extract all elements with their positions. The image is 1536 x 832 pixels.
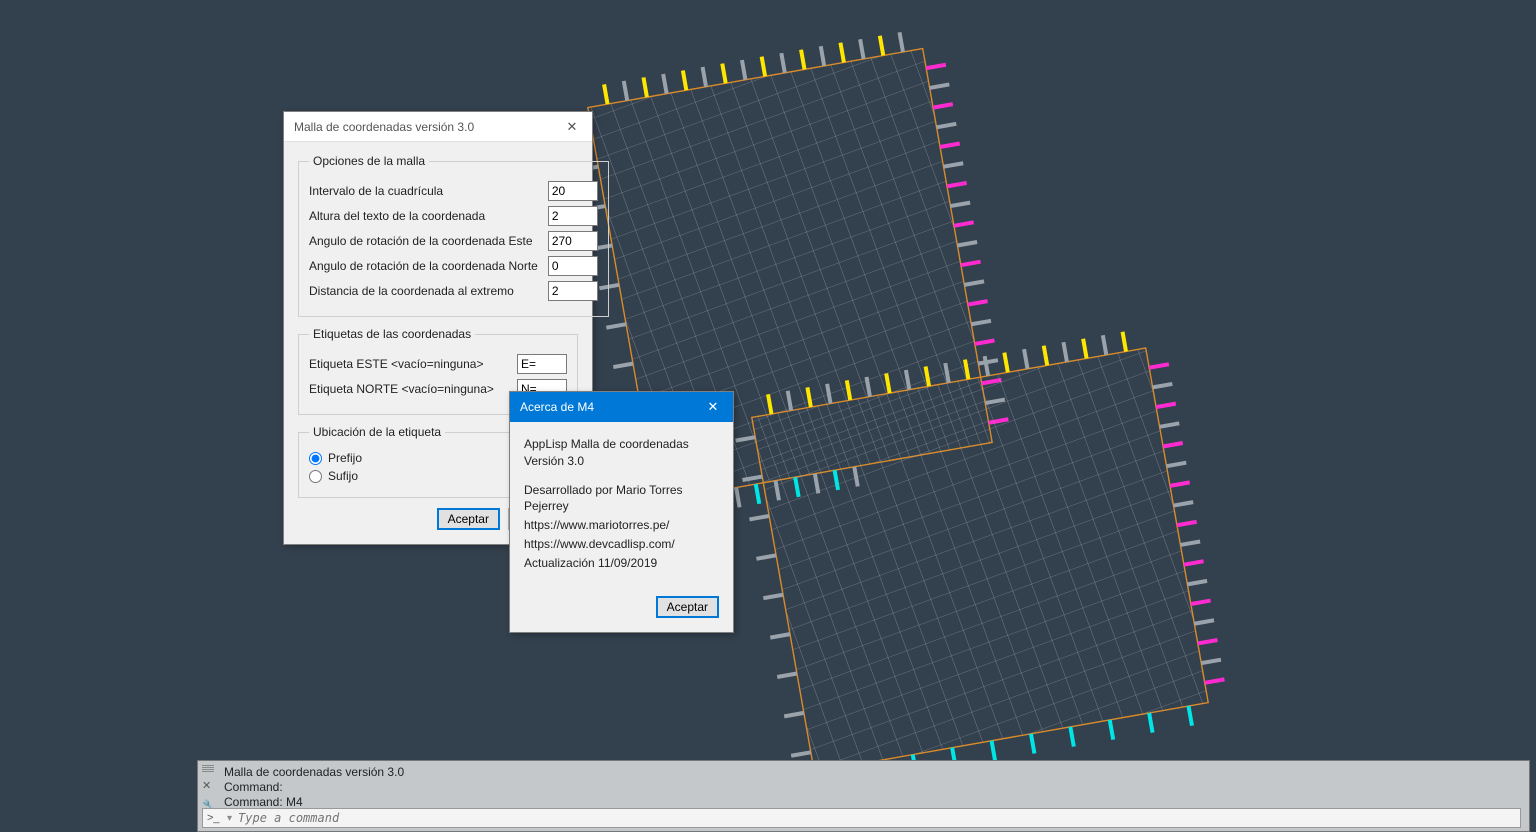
chevron-down-icon[interactable]: ▾: [227, 813, 232, 824]
command-input[interactable]: [238, 811, 1520, 825]
about-line1: AppLisp Malla de coordenadas Versión 3.0: [524, 436, 719, 470]
about-title: Acerca de M4: [520, 400, 594, 414]
distance-label: Distancia de la coordenada al extremo: [309, 284, 514, 298]
about-line2: Desarrollado por Mario Torres Pejerrey: [524, 482, 719, 516]
dialog-titlebar[interactable]: Malla de coordenadas versión 3.0 ✕: [284, 112, 592, 142]
grid-interval-label: Intervalo de la cuadrícula: [309, 184, 443, 198]
command-panel: ✕ 🔧 Malla de coordenadas versión 3.0 Com…: [197, 760, 1530, 832]
text-height-label: Altura del texto de la coordenada: [309, 209, 485, 223]
position-legend: Ubicación de la etiqueta: [309, 425, 445, 439]
rot-north-input[interactable]: [548, 256, 598, 276]
east-tag-input[interactable]: [517, 354, 567, 374]
close-icon[interactable]: ✕: [552, 112, 592, 142]
text-height-input[interactable]: [548, 206, 598, 226]
east-tag-label: Etiqueta ESTE <vacío=ninguna>: [309, 357, 483, 371]
accept-button[interactable]: Aceptar: [437, 508, 500, 530]
close-icon[interactable]: ✕: [202, 779, 211, 792]
about-titlebar[interactable]: Acerca de M4 ✕: [510, 392, 733, 422]
rot-east-input[interactable]: [548, 231, 598, 251]
grip-icon[interactable]: [202, 765, 214, 773]
about-line5: Actualización 11/09/2019: [524, 555, 719, 572]
command-input-row[interactable]: >_ ▾: [202, 808, 1521, 828]
about-accept-button[interactable]: Aceptar: [656, 596, 719, 618]
prefix-label: Prefijo: [328, 451, 362, 465]
about-line3: https://www.mariotorres.pe/: [524, 517, 719, 534]
grid-options-legend: Opciones de la malla: [309, 154, 429, 168]
about-line4: https://www.devcadlisp.com/: [524, 536, 719, 553]
suffix-label: Sufijo: [328, 469, 358, 483]
rot-north-label: Angulo de rotación de la coordenada Nort…: [309, 259, 538, 273]
labels-legend: Etiquetas de las coordenadas: [309, 327, 475, 341]
grid-options-group: Opciones de la malla Intervalo de la cua…: [298, 154, 609, 317]
about-dialog: Acerca de M4 ✕ AppLisp Malla de coordena…: [509, 391, 734, 633]
dialog-title: Malla de coordenadas versión 3.0: [294, 120, 474, 134]
rot-east-label: Angulo de rotación de la coordenada Este: [309, 234, 533, 248]
north-tag-label: Etiqueta NORTE <vacío=ninguna>: [309, 382, 494, 396]
suffix-radio[interactable]: [309, 470, 322, 483]
command-history: Malla de coordenadas versión 3.0 Command…: [224, 765, 1521, 810]
distance-input[interactable]: [548, 281, 598, 301]
cad-drawing: [0, 0, 1536, 760]
grid-interval-input[interactable]: [548, 181, 598, 201]
close-icon[interactable]: ✕: [693, 392, 733, 422]
command-icon: >_: [207, 812, 221, 824]
prefix-radio[interactable]: [309, 452, 322, 465]
